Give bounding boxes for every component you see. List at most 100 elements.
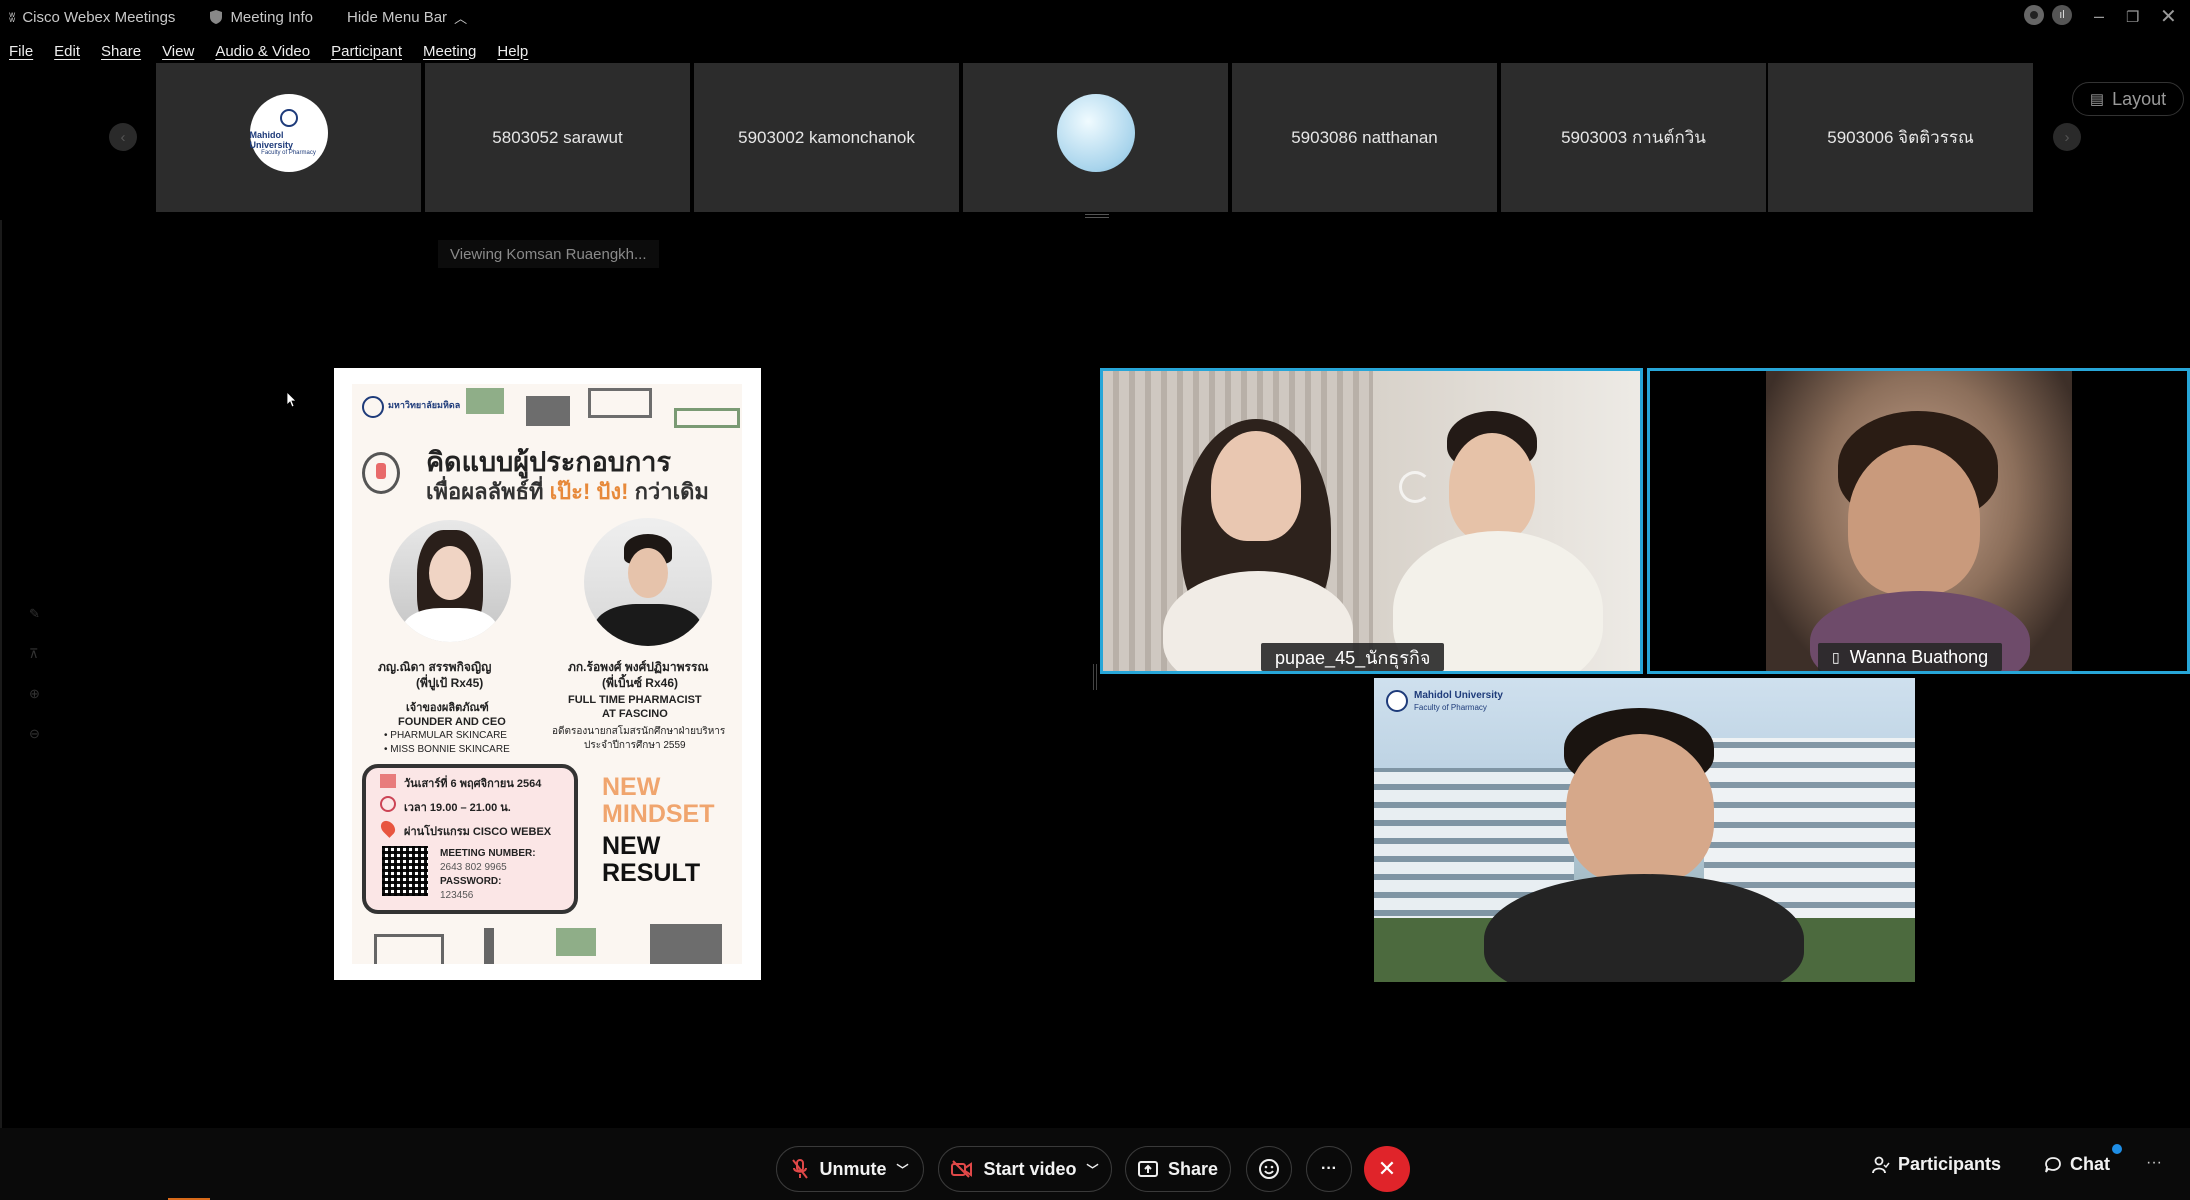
- seal-icon: [1386, 690, 1408, 712]
- more-options-button[interactable]: ···: [1306, 1146, 1352, 1192]
- thumbnail-tile[interactable]: [963, 63, 1228, 212]
- video-tile[interactable]: Mahidol University Faculty of Pharmacy: [1374, 678, 1915, 982]
- meeting-password: 123456: [440, 890, 474, 901]
- stats-icon[interactable]: ıl: [2052, 5, 2072, 25]
- menu-bar: File Edit Share View Audio & Video Parti…: [0, 36, 540, 66]
- thumbnail-tile[interactable]: 5803052 sarawut: [425, 63, 690, 212]
- share-button[interactable]: Share: [1125, 1146, 1231, 1192]
- menu-file[interactable]: File: [9, 43, 33, 60]
- meeting-info-button[interactable]: Meeting Info: [209, 9, 313, 26]
- menu-edit[interactable]: Edit: [54, 43, 80, 60]
- webex-logo-icon: ʬ: [9, 9, 16, 25]
- seal-icon: [362, 396, 384, 418]
- video-off-icon: [951, 1160, 973, 1178]
- mouse-cursor-icon: [287, 392, 297, 408]
- menu-help[interactable]: Help: [497, 43, 528, 60]
- layout-button[interactable]: ▤ Layout: [2072, 82, 2184, 116]
- network-status-icon[interactable]: [2024, 5, 2044, 25]
- chevron-up-icon: ︿: [454, 10, 468, 26]
- menu-audio-video[interactable]: Audio & Video: [215, 43, 310, 60]
- pointer-icon[interactable]: ⊼: [29, 646, 39, 662]
- close-icon: ✕: [1377, 1156, 1397, 1181]
- zoom-in-icon[interactable]: ⊕: [29, 686, 40, 702]
- chevron-down-icon[interactable]: ﹀: [1087, 1161, 1099, 1178]
- chat-bubble-icon: [2045, 1156, 2061, 1172]
- end-meeting-button[interactable]: ✕: [1364, 1146, 1410, 1192]
- annotate-icon[interactable]: ✎: [29, 606, 40, 622]
- qr-code: [382, 846, 428, 896]
- menu-view[interactable]: View: [162, 43, 194, 60]
- speech-bubble-icon: [466, 388, 504, 414]
- video-tile[interactable]: ▯ Wanna Buathong: [1647, 368, 2190, 674]
- hide-menu-bar-button[interactable]: Hide Menu Bar ︿: [347, 8, 467, 27]
- shared-content-poster: มหาวิทยาลัยมหิดล คิดแบบผู้ประกอบการ เพื่…: [334, 368, 761, 980]
- participants-icon: [1872, 1156, 1890, 1173]
- meeting-control-bar: Unmute ﹀ Start video ﹀ Share ··· ✕ Parti…: [0, 1128, 2190, 1200]
- speech-bubble-icon: [650, 924, 722, 964]
- zoom-out-icon[interactable]: ⊖: [29, 726, 40, 742]
- speech-bubble-icon: [556, 928, 596, 956]
- thumbnail-tile[interactable]: 5903086 natthanan: [1232, 63, 1497, 212]
- share-screen-icon: [1137, 1161, 1158, 1177]
- clock-icon: [380, 796, 396, 812]
- viewing-label: Viewing Komsan Ruaengkh...: [438, 240, 659, 268]
- speech-bubble-icon: [526, 396, 570, 426]
- splitter-handle[interactable]: [1093, 664, 1097, 690]
- event-date: วันเสาร์ที่ 6 พฤศจิกายน 2564: [404, 778, 542, 790]
- menu-meeting[interactable]: Meeting: [423, 43, 476, 60]
- menu-participant[interactable]: Participant: [331, 43, 402, 60]
- app-title: ʬ Cisco Webex Meetings: [9, 9, 175, 26]
- participant-name-label: ▯ Wanna Buathong: [1818, 643, 2003, 671]
- chevron-down-icon[interactable]: ﹀: [896, 1161, 908, 1178]
- minimize-icon[interactable]: –: [2094, 6, 2104, 27]
- restore-icon[interactable]: ❐: [2126, 8, 2139, 26]
- thumbnail-tile[interactable]: 5903003 กานต์กวิน: [1501, 63, 1766, 212]
- thumbnail-tile[interactable]: Mahidol University Faculty of Pharmacy: [156, 63, 421, 212]
- strip-resize-handle[interactable]: [1085, 214, 1109, 218]
- video-tile[interactable]: pupae_45_นักธุรกิจ: [1100, 368, 1643, 674]
- seal-icon: [279, 109, 298, 127]
- pencil-icon: [484, 928, 494, 964]
- start-video-button[interactable]: Start video ﹀: [938, 1146, 1112, 1192]
- meeting-number: 2643 802 9965: [440, 862, 507, 873]
- strip-prev-button[interactable]: ‹: [109, 123, 137, 151]
- participant-thumbnail-strip: Mahidol University Faculty of Pharmacy 5…: [156, 63, 2033, 212]
- overflow-menu-button[interactable]: ···: [2146, 1154, 2162, 1172]
- strip-next-button[interactable]: ›: [2053, 123, 2081, 151]
- left-edge: [0, 220, 2, 1128]
- chevron-right-icon: ›: [2064, 128, 2070, 146]
- university-logo-avatar: Mahidol University Faculty of Pharmacy: [249, 93, 328, 172]
- calendar-icon: [380, 774, 396, 788]
- chevron-left-icon: ‹: [120, 128, 126, 146]
- event-platform: ผ่านโปรแกรม CISCO WEBEX: [404, 826, 552, 838]
- book-icon: [588, 388, 652, 418]
- title-bar: ʬ Cisco Webex Meetings Meeting Info Hide…: [0, 0, 2190, 34]
- mobile-device-icon: ▯: [1832, 648, 1840, 665]
- chat-notification-dot: [2112, 1144, 2122, 1154]
- poster-university: มหาวิทยาลัยมหิดล: [388, 400, 461, 410]
- lightbulb-icon: [362, 452, 400, 494]
- app-name: Cisco Webex Meetings: [22, 8, 176, 26]
- thumbnail-tile[interactable]: 5903006 จิตติวรรณ: [1768, 63, 2033, 212]
- event-time: เวลา 19.00 – 21.00 น.: [404, 802, 511, 814]
- close-icon[interactable]: ✕: [2160, 4, 2177, 29]
- microphone-muted-icon: [792, 1159, 809, 1179]
- slogan: NEW: [602, 773, 661, 801]
- poster-subtitle: เพื่อผลลัพธ์ที่ เป๊ะ! ปัง! กว่าเดิม: [426, 479, 709, 504]
- participant-name-label: pupae_45_นักธุรกิจ: [1261, 643, 1445, 671]
- reactions-button[interactable]: [1246, 1146, 1292, 1192]
- loading-spinner-icon: [1399, 471, 1431, 503]
- emoji-reaction-icon: [1259, 1159, 1279, 1179]
- chat-button[interactable]: Chat: [2044, 1154, 2110, 1175]
- ruler-icon: [674, 408, 740, 428]
- speaker-photo: [389, 520, 511, 642]
- layout-icon: ▤: [2089, 91, 2105, 108]
- menu-share[interactable]: Share: [101, 43, 141, 60]
- thumbnail-tile[interactable]: 5903002 kamonchanok: [694, 63, 959, 212]
- unmute-button[interactable]: Unmute ﹀: [776, 1146, 924, 1192]
- book-icon: [374, 934, 444, 964]
- avatar: [1056, 93, 1135, 172]
- participants-button[interactable]: Participants: [1872, 1154, 2001, 1175]
- shield-icon: [210, 10, 223, 24]
- speaker-photo: [584, 518, 712, 646]
